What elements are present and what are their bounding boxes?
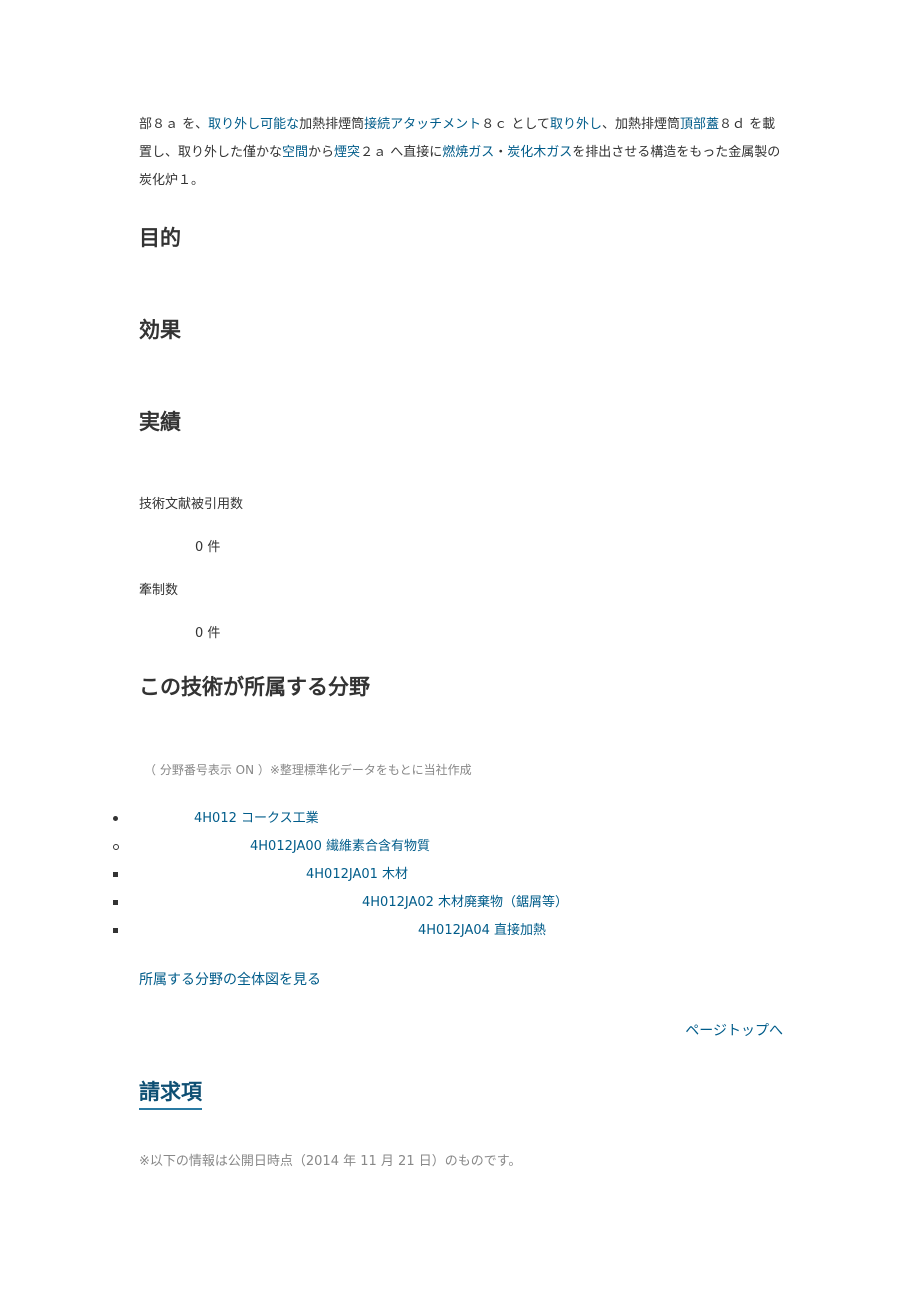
section-heading-effect: 効果 — [139, 318, 181, 342]
keyword-link[interactable]: 取り外し — [550, 117, 602, 132]
abstract-text-segment: 部８ａ を、 — [139, 117, 209, 132]
claims-note: ※以下の情報は公開日時点（2014 年 11 月 21 日）のものです。 — [139, 1154, 522, 1169]
keyword-link[interactable]: 取り外し可能な — [208, 117, 299, 132]
field-link[interactable]: 4H012JA04 直接加熱 — [418, 921, 546, 941]
fields-note: （ 分野番号表示 ON ）※整理標準化データをもとに当社作成 — [144, 763, 472, 777]
abstract-text-segment: 、加熱排煙筒 — [601, 117, 680, 132]
restraint-count: 0 件 — [195, 626, 221, 641]
citations-count: 0 件 — [195, 540, 221, 555]
field-link[interactable]: 4H012JA00 繊維素合含有物質 — [250, 837, 430, 857]
abstract-text-segment: ２ａ へ直接に — [360, 145, 443, 160]
abstract-text-segment: 加熱排煙筒 — [299, 117, 365, 132]
fields-heading: この技術が所属する分野 — [139, 675, 370, 699]
keyword-link[interactable]: 煙突 — [334, 145, 360, 160]
page-top-link[interactable]: ページトップへ — [685, 1021, 783, 1041]
section-heading-results: 実績 — [139, 410, 181, 434]
field-link[interactable]: 4H012JA02 木材廃棄物（鋸屑等） — [362, 893, 568, 913]
abstract-text: 部８ａ を、取り外し可能な加熱排煙筒接続アタッチメント８ｃ として取り外し、加熱… — [139, 111, 784, 195]
abstract-text-segment: ８ｃ として — [481, 117, 550, 132]
citations-label: 技術文献被引用数 — [139, 497, 244, 512]
keyword-link[interactable]: 頂部蓋 — [680, 117, 719, 132]
abstract-text-segment: から — [308, 145, 335, 160]
view-all-fields-link[interactable]: 所属する分野の全体図を見る — [139, 970, 321, 990]
field-link[interactable]: 4H012 コークス工業 — [194, 809, 319, 829]
section-heading-purpose: 目的 — [139, 226, 181, 250]
keyword-link[interactable]: 燃焼ガス — [442, 145, 494, 160]
keyword-link[interactable]: 空間 — [282, 145, 308, 160]
keyword-link[interactable]: 接続アタッチメント — [364, 117, 481, 132]
field-link[interactable]: 4H012JA01 木材 — [306, 865, 408, 885]
abstract-text-segment: ・ — [494, 145, 508, 160]
keyword-link[interactable]: 炭化木ガス — [507, 145, 572, 160]
claims-heading: 請求項 — [139, 1078, 202, 1110]
restraint-label: 牽制数 — [139, 583, 179, 598]
